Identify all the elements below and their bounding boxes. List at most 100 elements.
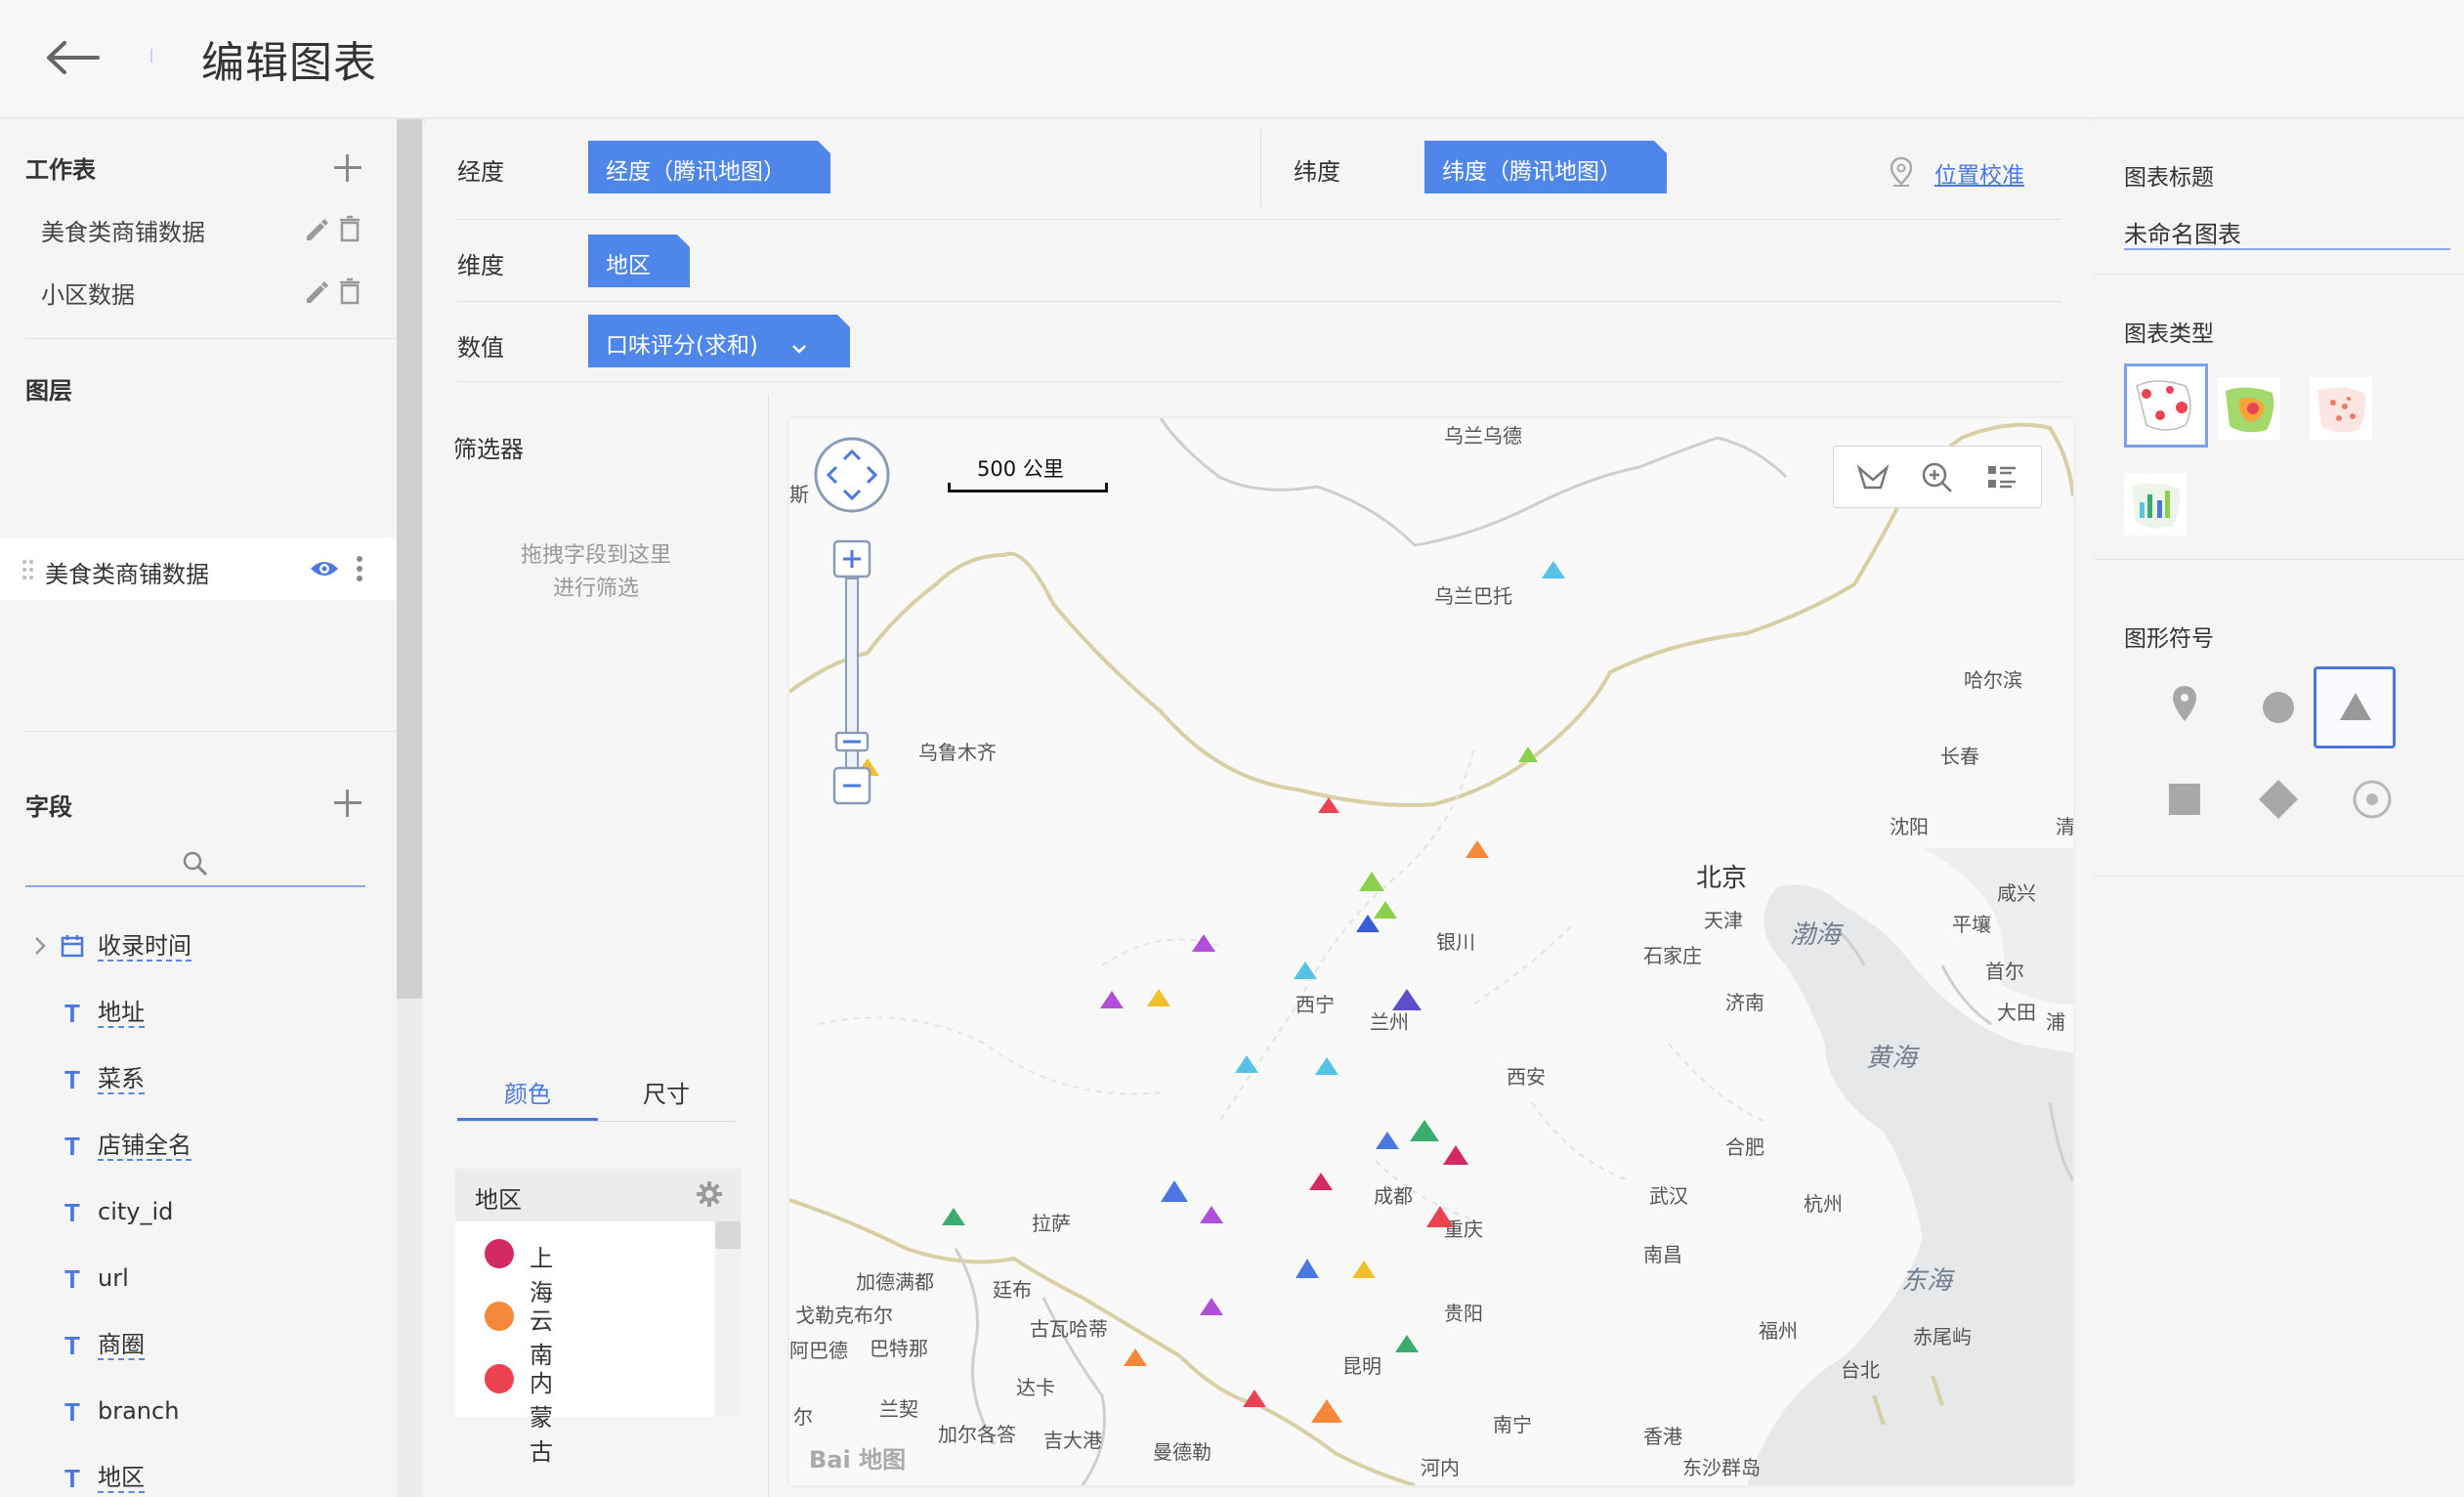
map-navigation-control bbox=[813, 436, 891, 811]
field-item-6[interactable]: T 商圈 bbox=[0, 1321, 397, 1370]
triangle-marker[interactable] bbox=[1124, 1348, 1147, 1366]
field-item-7[interactable]: Tbranch bbox=[0, 1388, 397, 1436]
triangle-marker[interactable] bbox=[1315, 1057, 1338, 1075]
triangle-marker[interactable] bbox=[1466, 840, 1489, 858]
triangle-marker[interactable] bbox=[1100, 991, 1124, 1008]
symbol-circle-icon[interactable] bbox=[2237, 666, 2319, 748]
triangle-marker[interactable] bbox=[1359, 872, 1384, 891]
pencil-icon[interactable] bbox=[303, 278, 330, 309]
scrollbar-thumb[interactable] bbox=[397, 119, 422, 999]
legend-label: 上海 bbox=[530, 1245, 553, 1306]
triangle-marker[interactable] bbox=[1309, 1173, 1333, 1190]
field-label: 地址 bbox=[98, 999, 145, 1028]
trash-icon[interactable] bbox=[338, 278, 361, 309]
field-item-3[interactable]: T 店铺全名 bbox=[0, 1122, 397, 1171]
field-item-1[interactable]: T 地址 bbox=[0, 989, 397, 1038]
pan-control-icon[interactable] bbox=[813, 436, 891, 807]
triangle-marker[interactable] bbox=[1296, 1259, 1319, 1278]
triangle-marker[interactable] bbox=[1352, 1261, 1376, 1278]
calibrate-location-link[interactable]: 位置校准 bbox=[1934, 156, 2024, 190]
symbol-ring-icon[interactable] bbox=[2331, 758, 2413, 840]
add-worksheet-plus-icon[interactable] bbox=[334, 154, 361, 182]
chevron-right-icon[interactable] bbox=[33, 936, 47, 960]
triangle-marker[interactable] bbox=[1311, 1399, 1342, 1423]
chart-title-input[interactable]: 未命名图表 bbox=[2124, 215, 2450, 250]
triangle-marker[interactable] bbox=[1410, 1120, 1439, 1141]
row-divider bbox=[455, 381, 2061, 382]
triangle-marker[interactable] bbox=[1294, 962, 1317, 979]
triangle-marker[interactable] bbox=[1192, 934, 1215, 952]
tab-size[interactable]: 尺寸 bbox=[643, 1075, 690, 1109]
legend-list-icon[interactable] bbox=[1984, 460, 2019, 495]
value-field-pill[interactable]: 口味评分(求和) bbox=[588, 315, 851, 367]
text-type-icon: T bbox=[64, 1264, 80, 1294]
legend-swatch bbox=[485, 1364, 514, 1393]
section-divider bbox=[2095, 876, 2464, 877]
map-canvas[interactable]: 乌兰乌德 乌兰巴托 哈尔滨 长春 乌鲁木齐 沈阳 北京 咸兴 天津 平壤 渤海 … bbox=[789, 418, 2073, 1485]
triangle-marker[interactable] bbox=[1161, 1180, 1188, 1202]
legend-header: 地区 bbox=[455, 1169, 741, 1221]
triangle-marker[interactable] bbox=[1318, 797, 1339, 813]
field-item-5[interactable]: Turl bbox=[0, 1255, 397, 1304]
layers-title: 图层 bbox=[25, 377, 72, 405]
row-divider bbox=[455, 301, 2061, 302]
add-field-plus-icon[interactable] bbox=[334, 790, 361, 817]
more-vertical-icon[interactable] bbox=[356, 555, 363, 586]
worksheet-item-1[interactable]: 小区数据 bbox=[0, 266, 397, 315]
field-label: 地区 bbox=[98, 1464, 145, 1493]
triangle-marker[interactable] bbox=[1376, 1132, 1399, 1149]
symbol-pin-icon[interactable] bbox=[2144, 666, 2226, 748]
field-label: 收录时间 bbox=[98, 932, 191, 962]
pencil-icon[interactable] bbox=[303, 215, 330, 246]
sidebar-scrollbar[interactable] bbox=[397, 119, 422, 1497]
right-panel: 图表标题 未命名图表 图表类型 图形符号 bbox=[2095, 119, 2464, 1497]
triangle-marker[interactable] bbox=[1200, 1206, 1223, 1223]
field-item-8[interactable]: T 地区 bbox=[0, 1454, 397, 1497]
latitude-field-pill[interactable]: 纬度（腾讯地图） bbox=[1424, 141, 1668, 193]
tab-color[interactable]: 颜色 bbox=[504, 1075, 551, 1109]
gear-icon[interactable] bbox=[696, 1180, 723, 1212]
triangle-marker[interactable] bbox=[1235, 1055, 1258, 1073]
symbol-triangle-icon[interactable] bbox=[2314, 666, 2396, 748]
trash-icon[interactable] bbox=[338, 215, 361, 246]
triangle-marker[interactable] bbox=[1443, 1145, 1468, 1165]
back-arrow-icon[interactable] bbox=[39, 29, 107, 88]
zoom-in-icon[interactable] bbox=[1920, 460, 1955, 495]
location-pin-icon[interactable] bbox=[1890, 156, 1913, 192]
chart-type-heat-map[interactable] bbox=[2218, 377, 2280, 440]
triangle-marker[interactable] bbox=[1392, 989, 1422, 1010]
field-item-0[interactable]: 收录时间 bbox=[0, 922, 397, 971]
triangle-marker[interactable] bbox=[1518, 747, 1538, 762]
active-tab-indicator bbox=[457, 1118, 598, 1121]
section-divider bbox=[25, 338, 397, 339]
triangle-marker[interactable] bbox=[1395, 1335, 1419, 1352]
filter-dropzone[interactable]: 拖拽字段到这里 进行筛选 bbox=[489, 539, 703, 606]
triangle-marker[interactable] bbox=[1200, 1298, 1223, 1315]
lasso-select-icon[interactable] bbox=[1855, 460, 1890, 495]
chevron-down-icon[interactable] bbox=[791, 334, 807, 360]
layer-label: 美食类商铺数据 bbox=[45, 561, 209, 588]
longitude-field-pill[interactable]: 经度（腾讯地图） bbox=[588, 141, 831, 193]
triangle-marker[interactable] bbox=[1243, 1390, 1266, 1407]
chart-type-scatter-map[interactable] bbox=[2310, 377, 2372, 440]
symbol-diamond-icon[interactable] bbox=[2237, 758, 2319, 840]
layer-item-0[interactable]: 美食类商铺数据 bbox=[0, 537, 397, 600]
chart-type-bar-map[interactable] bbox=[2124, 473, 2187, 535]
scrollbar-thumb[interactable] bbox=[715, 1221, 741, 1249]
triangle-marker[interactable] bbox=[1374, 901, 1397, 919]
dimension-field-pill[interactable]: 地区 bbox=[588, 235, 691, 287]
field-item-4[interactable]: Tcity_id bbox=[0, 1188, 397, 1237]
triangle-marker[interactable] bbox=[942, 1208, 965, 1225]
symbol-square-icon[interactable] bbox=[2144, 758, 2226, 840]
chart-type-bubble-map[interactable] bbox=[2124, 364, 2208, 448]
field-search-input[interactable] bbox=[25, 842, 365, 887]
legend-scrollbar[interactable] bbox=[715, 1221, 741, 1417]
field-item-2[interactable]: T 菜系 bbox=[0, 1055, 397, 1104]
triangle-marker[interactable] bbox=[1426, 1206, 1454, 1227]
text-type-icon: T bbox=[64, 1065, 80, 1094]
triangle-marker[interactable] bbox=[1147, 989, 1170, 1006]
triangle-marker[interactable] bbox=[1542, 561, 1565, 578]
worksheet-item-0[interactable]: 美食类商铺数据 bbox=[0, 203, 397, 252]
eye-icon[interactable] bbox=[309, 557, 340, 584]
drag-handle-icon[interactable] bbox=[21, 559, 35, 584]
